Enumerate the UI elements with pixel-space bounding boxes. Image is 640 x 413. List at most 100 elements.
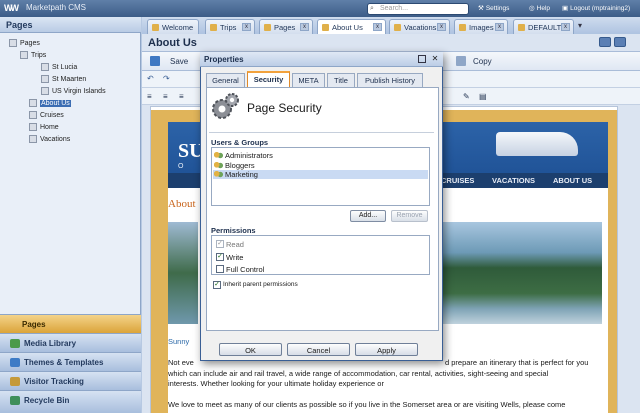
tree-item-about-us[interactable]: About Us <box>29 99 71 107</box>
close-icon[interactable]: x <box>373 23 382 31</box>
logout-label: Logout (mptraining2) <box>570 5 631 12</box>
align-right-icon[interactable]: ≡ <box>179 92 184 101</box>
remove-user-button[interactable]: Remove <box>391 210 428 222</box>
image-icon <box>459 24 466 31</box>
inherit-permissions[interactable]: ✓ Inherit parent permissions <box>213 281 298 289</box>
site-nav-vacations[interactable]: VACATIONS <box>492 176 535 185</box>
help-link[interactable]: ◎ Help <box>529 4 550 12</box>
permission-read[interactable]: ✓ Read <box>216 240 244 249</box>
accordion-visitor-tracking[interactable]: Visitor Tracking <box>0 371 141 390</box>
tab-default[interactable]: DEFAULT x <box>513 19 574 34</box>
tab-welcome[interactable]: Welcome <box>147 19 199 34</box>
tree-label: Trips <box>31 51 47 59</box>
tree-item-cruises[interactable]: Cruises <box>29 111 64 119</box>
align-center-icon[interactable]: ≡ <box>163 92 168 101</box>
body-line-2: which can include air and rail travel, a… <box>168 369 549 378</box>
group-icon <box>214 162 223 169</box>
dialog-tab-title[interactable]: Title <box>327 73 355 87</box>
page-title: About Us <box>148 37 197 49</box>
body-line-4: We love to meet as many of our clients a… <box>168 400 566 409</box>
checkbox-full-control[interactable] <box>216 265 224 273</box>
tree-item-st-maarten[interactable]: St Maarten <box>41 75 86 83</box>
dialog-body <box>206 87 439 331</box>
tab-label: Welcome <box>162 23 194 32</box>
accordion-themes-templates[interactable]: Themes & Templates <box>0 352 141 371</box>
accordion-pages[interactable]: Pages <box>0 314 141 333</box>
dialog-tab-general[interactable]: General <box>206 73 245 87</box>
align-left-icon[interactable]: ≡ <box>147 92 152 101</box>
paste-icon[interactable]: ▤ <box>479 92 487 101</box>
user-item-administrators[interactable]: Administrators <box>213 151 428 160</box>
user-item-marketing[interactable]: Marketing <box>213 170 428 179</box>
tab-images[interactable]: Images x <box>454 19 508 34</box>
permission-full-control[interactable]: Full Control <box>216 265 264 274</box>
checkbox-inherit[interactable]: ✓ <box>213 281 221 289</box>
tab-label: About Us <box>332 23 363 32</box>
accordion-label: Media Library <box>24 339 77 348</box>
search-input[interactable]: ⌕ Search... <box>367 3 469 15</box>
redo-icon[interactable]: ↷ <box>163 74 170 83</box>
accordion-recycle-bin[interactable]: Recycle Bin <box>0 390 141 413</box>
tree-label: Pages <box>20 39 40 47</box>
user-label: Bloggers <box>225 161 255 170</box>
tab-pages[interactable]: Pages x <box>259 19 313 34</box>
close-icon[interactable]: x <box>437 23 446 31</box>
tree-item-us-virgin-islands[interactable]: US Virgin Islands <box>41 87 106 95</box>
user-label: Marketing <box>225 170 258 179</box>
copy-button[interactable]: Copy <box>473 57 492 66</box>
permission-write[interactable]: ✓ Write <box>216 253 243 262</box>
search-icon: ⌕ <box>370 5 374 12</box>
dialog-tab-publish-history[interactable]: Publish History <box>357 73 423 87</box>
permission-label: Read <box>226 240 244 249</box>
tab-label: Images <box>469 23 494 32</box>
tree-item-st-lucia[interactable]: St Lucia <box>41 63 77 71</box>
tree-item-vacations[interactable]: Vacations <box>29 135 70 143</box>
left-panel-title: Pages <box>6 20 33 30</box>
ok-button[interactable]: OK <box>219 343 282 356</box>
cancel-button[interactable]: Cancel <box>287 343 350 356</box>
close-icon[interactable]: x <box>242 23 251 31</box>
undo-icon[interactable]: ↶ <box>147 74 154 83</box>
gear-icon <box>212 93 239 119</box>
maximize-icon[interactable] <box>614 37 626 47</box>
dialog-tab-security[interactable]: Security <box>247 71 290 87</box>
user-item-bloggers[interactable]: Bloggers <box>213 161 428 170</box>
checkbox-write[interactable]: ✓ <box>216 253 224 261</box>
settings-link[interactable]: ⚒ Settings <box>478 4 509 12</box>
body-line-1: Not eve <box>168 358 194 367</box>
dialog-tab-meta[interactable]: META <box>292 73 325 87</box>
page-icon <box>41 87 49 95</box>
tab-overflow-icon[interactable]: ▾ <box>578 21 582 30</box>
checkbox-read[interactable]: ✓ <box>216 240 224 248</box>
permissions-label: Permissions <box>211 226 256 235</box>
accordion-media-library[interactable]: Media Library <box>0 333 141 352</box>
settings-icon: ⚒ <box>478 5 484 12</box>
site-nav-cruises[interactable]: CRUISES <box>441 176 474 185</box>
help-label: Help <box>536 5 551 12</box>
tab-trips[interactable]: Trips x <box>205 19 255 34</box>
tree-label: Vacations <box>40 135 71 143</box>
page-icon <box>29 111 37 119</box>
tree-item-home[interactable]: Home <box>29 123 59 131</box>
search-placeholder: Search... <box>380 5 409 12</box>
save-button[interactable]: Save <box>170 57 188 66</box>
dialog-title-bar[interactable]: Properties <box>200 52 443 67</box>
close-icon[interactable]: x <box>300 23 309 31</box>
dialog-close-icon[interactable]: ✕ <box>431 55 439 63</box>
close-icon[interactable]: x <box>561 23 570 31</box>
dialog-maximize-icon[interactable] <box>418 55 426 63</box>
tree-item-pages[interactable]: Pages <box>9 39 40 47</box>
apply-button[interactable]: Apply <box>355 343 418 356</box>
tab-about-us[interactable]: About Us x <box>317 19 386 34</box>
restore-icon[interactable] <box>599 37 611 47</box>
add-user-button[interactable]: Add... <box>350 210 386 222</box>
close-icon[interactable]: x <box>495 23 504 31</box>
site-nav-about-us[interactable]: ABOUT US <box>553 176 592 185</box>
accordion-label: Themes & Templates <box>24 358 104 367</box>
edit-icon[interactable]: ✎ <box>463 92 470 101</box>
page-security-heading: Page Security <box>247 101 322 115</box>
template-icon <box>518 24 525 31</box>
tab-vacations[interactable]: Vacations x <box>389 19 450 34</box>
logout-link[interactable]: ▣ Logout (mptraining2) <box>562 4 630 12</box>
tree-item-trips[interactable]: Trips <box>20 51 46 59</box>
